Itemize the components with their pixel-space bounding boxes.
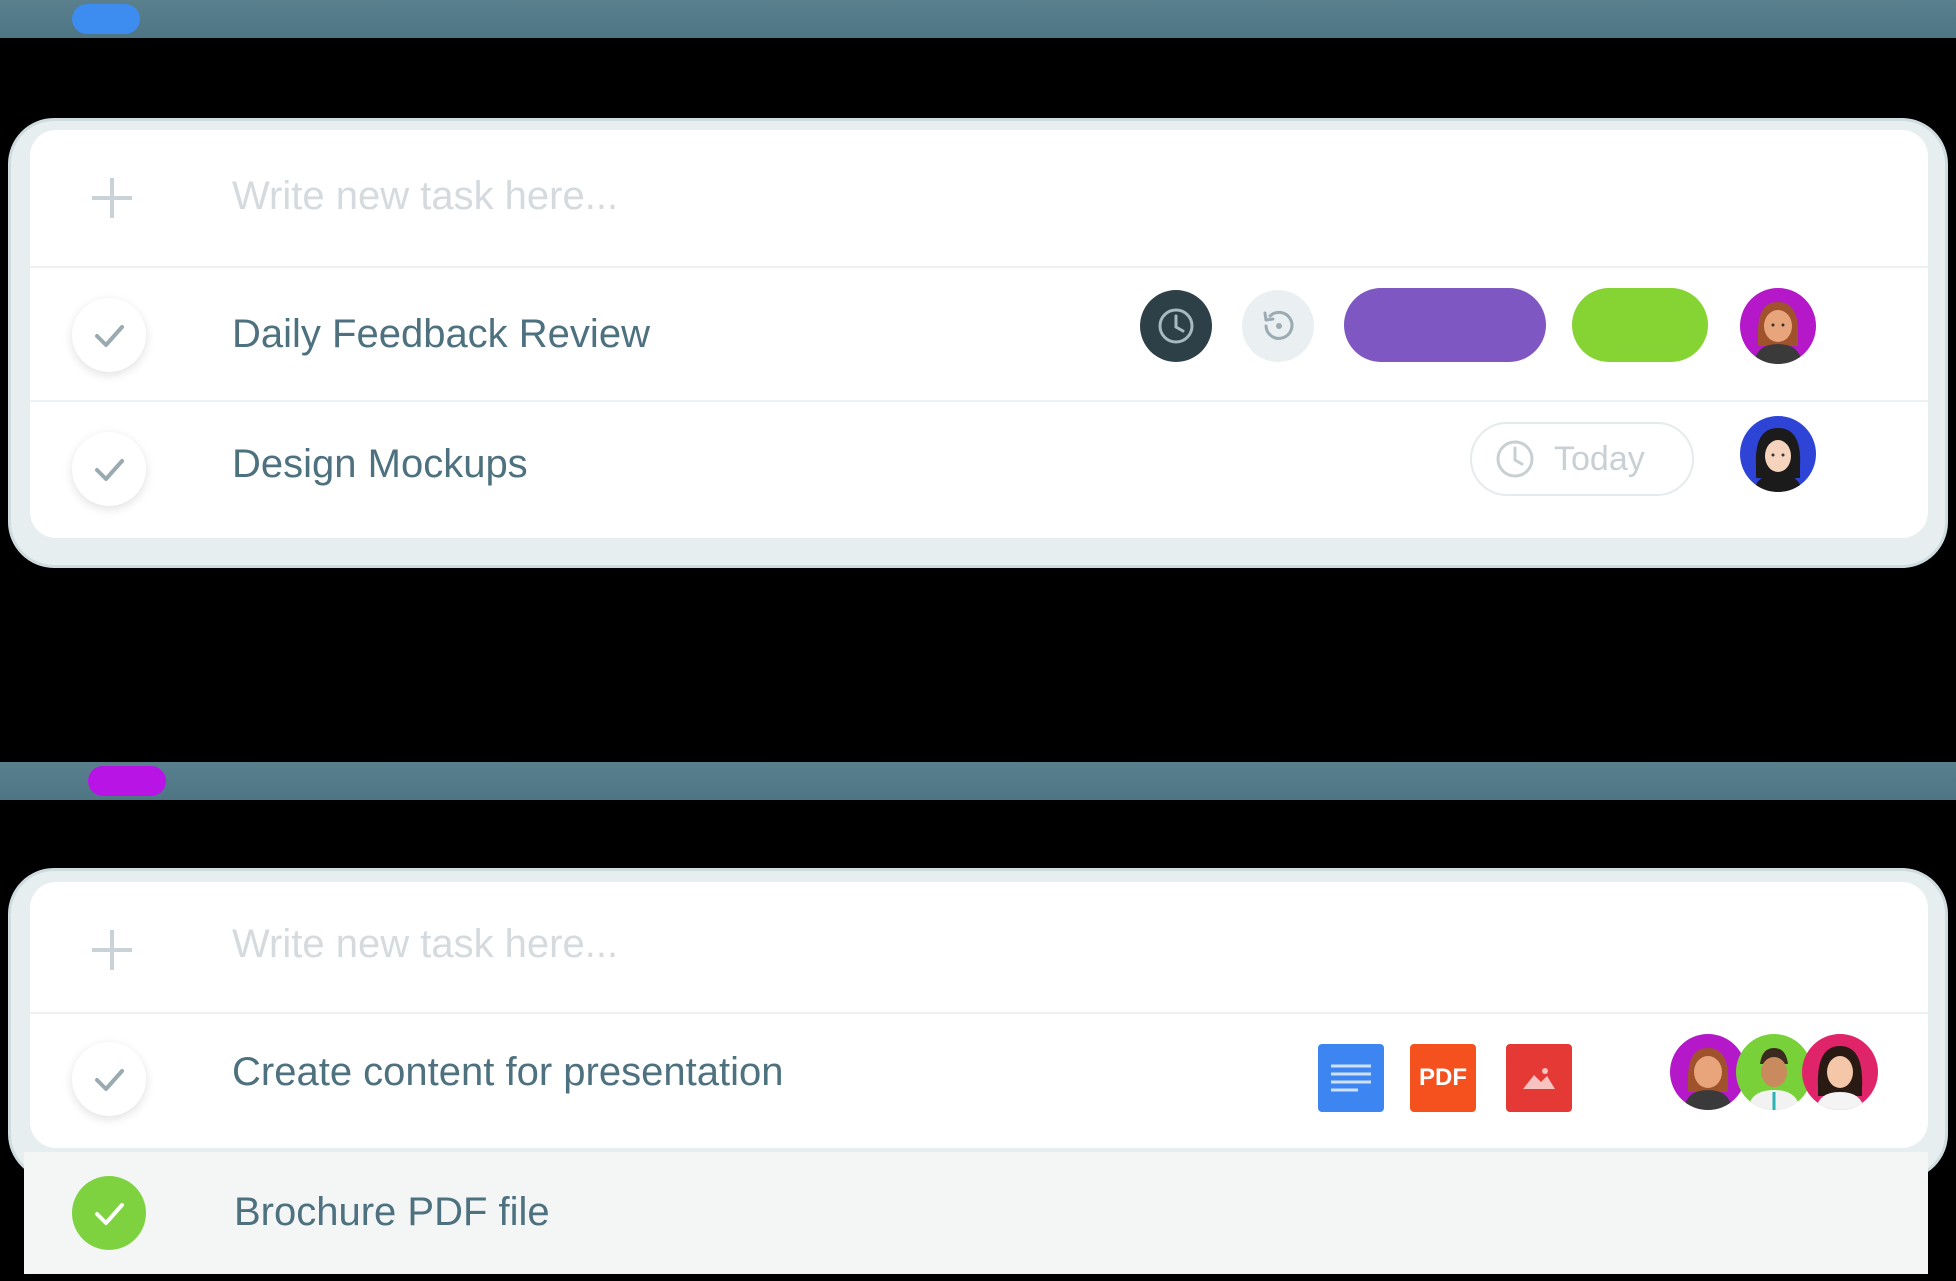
task-row[interactable]: Create content for presentation PDF [30, 1014, 1928, 1148]
document-attachment-icon[interactable] [1318, 1044, 1384, 1112]
assignee-avatar[interactable] [1740, 416, 1816, 492]
clock-icon[interactable] [1140, 290, 1212, 362]
tag-green[interactable] [1572, 288, 1708, 362]
section-header-1 [0, 0, 1956, 38]
task-card-1: Write new task here... Daily Feedback Re… [30, 130, 1928, 538]
new-task-input[interactable]: Write new task here... [232, 922, 618, 967]
check-icon [95, 1069, 124, 1091]
assignee-avatar[interactable] [1670, 1034, 1746, 1110]
repeat-icon[interactable] [1242, 290, 1314, 362]
task-title[interactable]: Design Mockups [232, 442, 528, 487]
task-row[interactable]: Daily Feedback Review [30, 268, 1928, 402]
task-checkbox[interactable] [72, 432, 146, 506]
due-date-chip[interactable]: Today [1470, 422, 1694, 496]
section-header-2 [0, 762, 1956, 800]
clock-icon [1496, 440, 1534, 478]
check-icon [95, 1203, 124, 1225]
section-color-dot [88, 766, 166, 796]
completed-task-row[interactable]: Brochure PDF file [24, 1152, 1928, 1274]
plus-icon[interactable] [88, 174, 136, 222]
task-row[interactable]: Design Mockups Today [30, 402, 1928, 538]
assignee-avatar[interactable] [1736, 1034, 1812, 1110]
task-title[interactable]: Brochure PDF file [234, 1190, 550, 1235]
new-task-input[interactable]: Write new task here... [232, 174, 618, 219]
task-checkbox[interactable] [72, 1042, 146, 1116]
new-task-row[interactable]: Write new task here... [30, 882, 1928, 1014]
check-icon [95, 325, 124, 347]
pdf-label: PDF [1419, 1064, 1467, 1091]
image-attachment-icon[interactable] [1506, 1044, 1572, 1112]
new-task-row[interactable]: Write new task here... [30, 130, 1928, 268]
task-card-2: Write new task here... Create content fo… [30, 882, 1928, 1148]
check-icon [95, 459, 124, 481]
plus-icon[interactable] [88, 926, 136, 974]
assignee-avatar[interactable] [1802, 1034, 1878, 1110]
task-title[interactable]: Daily Feedback Review [232, 312, 650, 357]
task-checkbox-checked[interactable] [72, 1176, 146, 1250]
assignee-avatar[interactable] [1740, 288, 1816, 364]
due-date-label: Today [1554, 439, 1645, 478]
task-checkbox[interactable] [72, 298, 146, 372]
tag-purple[interactable] [1344, 288, 1546, 362]
section-color-dot [72, 4, 140, 34]
task-title[interactable]: Create content for presentation [232, 1050, 783, 1095]
pdf-attachment-icon[interactable]: PDF [1410, 1044, 1476, 1112]
